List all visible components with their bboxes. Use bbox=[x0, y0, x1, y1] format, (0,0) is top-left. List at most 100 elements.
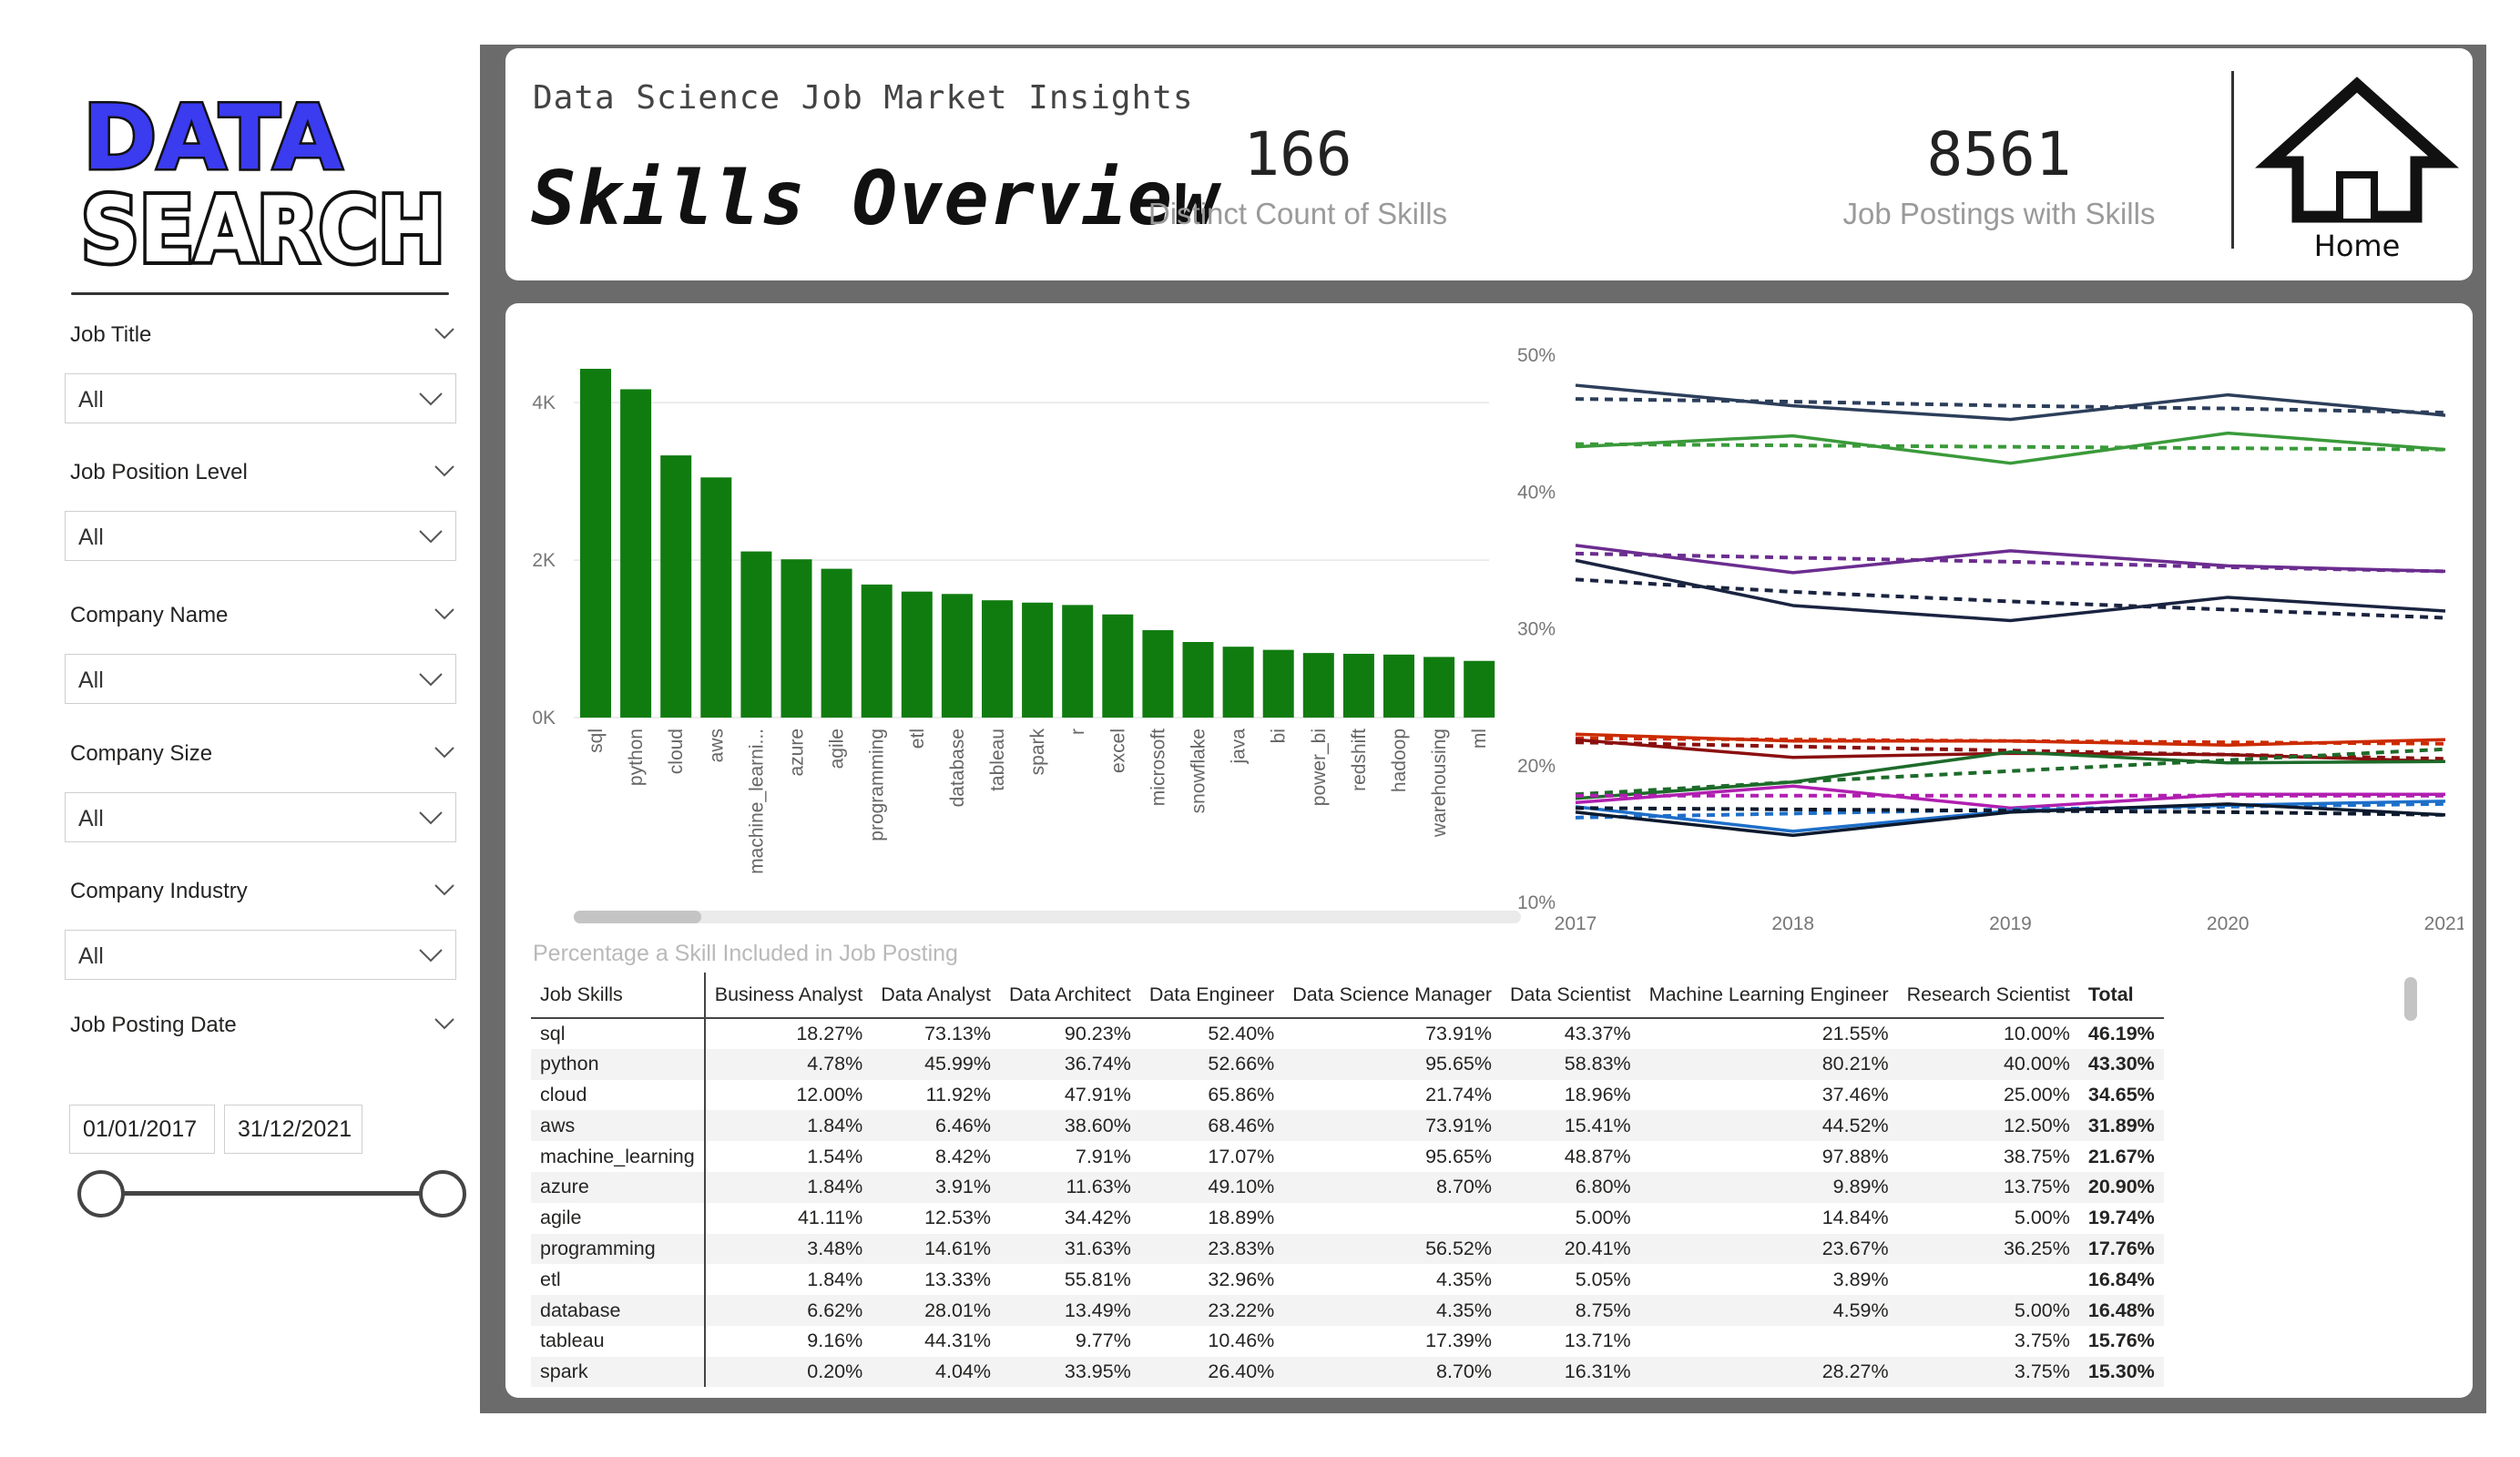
chevron-down-icon[interactable] bbox=[433, 324, 456, 342]
table-row[interactable]: spark 0.20% 4.04% 33.95% 26.40% 8.70% 16.31% 28… bbox=[531, 1356, 2164, 1387]
bar-programming[interactable] bbox=[861, 584, 893, 718]
value-cell bbox=[1640, 1326, 1898, 1357]
value-cell: 21.55% bbox=[1821, 1022, 1889, 1044]
bar-chart-scrollbar[interactable] bbox=[574, 911, 1521, 923]
table-row[interactable]: tableau 9.16% 44.31% 9.77% 10.46% 17.39% 13.71… bbox=[531, 1325, 2164, 1357]
x-category-label: excel bbox=[1107, 728, 1128, 773]
chevron-down-icon[interactable] bbox=[433, 605, 456, 623]
bar-machine_learni...[interactable] bbox=[740, 551, 772, 718]
skill-cell: azure bbox=[531, 1171, 706, 1203]
data-search-logo: DATA SEARCH bbox=[77, 85, 449, 288]
bar-cloud[interactable] bbox=[660, 455, 692, 718]
table-row[interactable]: cloud 12.00% 11.92% 47.91% 65.86% 21.74% 18.96… bbox=[531, 1079, 2164, 1111]
kpi-label: Distinct Count of Skills bbox=[1148, 197, 1448, 230]
column-header[interactable]: Research Scientist bbox=[1897, 973, 2079, 1019]
value-cell: 8.75% bbox=[1501, 1295, 1640, 1326]
slicer-dropdown[interactable]: All bbox=[65, 373, 456, 423]
bar-java[interactable] bbox=[1222, 647, 1254, 718]
value-cell: 73.91% bbox=[1425, 1022, 1492, 1044]
x-category-label: machine_learni... bbox=[746, 728, 767, 874]
end-date-input[interactable]: 31/12/2021 bbox=[224, 1105, 362, 1154]
series-line-2[interactable] bbox=[1575, 544, 2446, 575]
kpi-value: 8561 bbox=[1926, 119, 2072, 189]
slicer-title: Company Name bbox=[70, 603, 229, 627]
slicer-title: Job Position Level bbox=[70, 460, 248, 484]
x-category-label: snowflake bbox=[1189, 728, 1209, 813]
home-button[interactable]: Home bbox=[2252, 66, 2462, 276]
table-row[interactable]: agile 41.11% 12.53% 34.42% 18.89% 5.00% 14.84%… bbox=[531, 1202, 2164, 1234]
header-divider bbox=[2231, 71, 2234, 249]
series-line-1[interactable] bbox=[1575, 431, 2446, 465]
range-start-handle[interactable] bbox=[77, 1170, 125, 1218]
value-cell: 58.83% bbox=[1501, 1048, 1640, 1080]
value-cell: 37.46% bbox=[1821, 1083, 1889, 1105]
y-tick-label: 4K bbox=[532, 392, 556, 413]
slicer-company-industry: Company Industry All bbox=[65, 875, 456, 980]
table-row[interactable]: aws 1.84% 6.46% 38.60% 68.46% 73.91% 15.41% 44.… bbox=[531, 1110, 2164, 1142]
value-cell: 80.21% bbox=[1639, 1048, 1898, 1080]
x-tick-label: 2017 bbox=[1555, 913, 1597, 934]
slicer-dropdown[interactable]: All bbox=[65, 511, 456, 561]
bar-snowflake[interactable] bbox=[1182, 642, 1214, 718]
range-end-handle[interactable] bbox=[419, 1170, 466, 1218]
slicer-dropdown[interactable]: All bbox=[65, 654, 456, 704]
chevron-down-icon[interactable] bbox=[433, 1014, 456, 1033]
slicer-dropdown[interactable]: All bbox=[65, 792, 456, 842]
table-row[interactable]: sql 18.27% 73.13% 90.23% 52.40% 73.91% 43.37% 2… bbox=[531, 1018, 2164, 1049]
bar-r[interactable] bbox=[1062, 605, 1094, 718]
bar-ml[interactable] bbox=[1464, 660, 1495, 718]
content-card: 0K 2K 4K sql python cloud aws machine_learni...… bbox=[505, 303, 2473, 1398]
skill-cell: aws bbox=[531, 1110, 706, 1142]
table-row[interactable]: azure 1.84% 3.91% 11.63% 49.10% 8.70% 6.80% 9.8… bbox=[531, 1171, 2164, 1203]
bar-tableau[interactable] bbox=[982, 600, 1013, 718]
value-cell: 16.31% bbox=[1501, 1356, 1640, 1387]
skill-cell: cloud bbox=[531, 1079, 706, 1111]
table-row[interactable]: etl 1.84% 13.33% 55.81% 32.96% 4.35% 5.05% 3.89… bbox=[531, 1264, 2164, 1296]
column-header[interactable]: Business Analyst bbox=[704, 973, 872, 1019]
bar-aws[interactable] bbox=[700, 477, 732, 718]
bar-etl[interactable] bbox=[901, 591, 933, 718]
table-row[interactable]: python 4.78% 45.99% 36.74% 52.66% 95.65% 58.83… bbox=[531, 1048, 2164, 1080]
column-header[interactable]: Total bbox=[2078, 973, 2164, 1019]
bar-sql[interactable] bbox=[580, 368, 611, 718]
column-header[interactable]: Machine Learning Engineer bbox=[1639, 973, 1898, 1019]
value-cell: 52.66% bbox=[1139, 1048, 1284, 1080]
table-row[interactable]: database 6.62% 28.01% 13.49% 23.22% 4.35% 8.75… bbox=[531, 1295, 2164, 1326]
chevron-down-icon[interactable] bbox=[433, 462, 456, 480]
value-cell: 9.77% bbox=[1075, 1330, 1131, 1352]
chevron-down-icon[interactable] bbox=[433, 881, 456, 899]
bar-redshift[interactable] bbox=[1342, 653, 1374, 718]
kpi-label: Job Postings with Skills bbox=[1842, 197, 2156, 230]
bar-database[interactable] bbox=[941, 594, 973, 718]
bar-azure[interactable] bbox=[780, 559, 812, 718]
table-scrollbar-thumb[interactable] bbox=[2404, 977, 2417, 1021]
bar-spark[interactable] bbox=[1022, 602, 1054, 718]
bar-excel[interactable] bbox=[1102, 614, 1134, 718]
column-header[interactable]: Data Scientist bbox=[1501, 973, 1640, 1019]
bar-warehousing[interactable] bbox=[1423, 657, 1455, 718]
home-icon bbox=[2254, 76, 2460, 223]
table-row[interactable]: machine_learning 1.54% 8.42% 7.91% 17.07% 95.… bbox=[531, 1141, 2164, 1172]
chevron-down-icon[interactable] bbox=[433, 743, 456, 761]
scrollbar-thumb[interactable] bbox=[574, 911, 701, 923]
bar-python[interactable] bbox=[620, 389, 652, 718]
bar-microsoft[interactable] bbox=[1142, 630, 1174, 718]
value-cell: 73.13% bbox=[924, 1022, 991, 1044]
total-cell: 16.48% bbox=[2078, 1295, 2164, 1326]
series-line-4[interactable] bbox=[1575, 732, 2446, 747]
column-header-skill[interactable]: Job Skills bbox=[531, 973, 706, 1019]
start-date-input[interactable]: 01/01/2017 bbox=[69, 1105, 215, 1154]
bar-agile[interactable] bbox=[821, 568, 852, 718]
x-category-label: hadoop bbox=[1389, 728, 1410, 792]
column-header[interactable]: Data Analyst bbox=[872, 973, 1000, 1019]
table-row[interactable]: programming 3.48% 14.61% 31.63% 23.83% 56.52%… bbox=[531, 1233, 2164, 1265]
column-header[interactable]: Data Science Manager bbox=[1283, 973, 1501, 1019]
column-header[interactable]: Data Architect bbox=[999, 973, 1140, 1019]
bar-hadoop[interactable] bbox=[1383, 654, 1414, 718]
slicer-dropdown[interactable]: All bbox=[65, 930, 456, 980]
column-header[interactable]: Data Engineer bbox=[1139, 973, 1284, 1019]
bar-bi[interactable] bbox=[1262, 649, 1294, 718]
series-line-0[interactable] bbox=[1575, 383, 2446, 422]
value-cell: 41.11% bbox=[797, 1207, 863, 1229]
bar-power_bi[interactable] bbox=[1302, 653, 1334, 718]
